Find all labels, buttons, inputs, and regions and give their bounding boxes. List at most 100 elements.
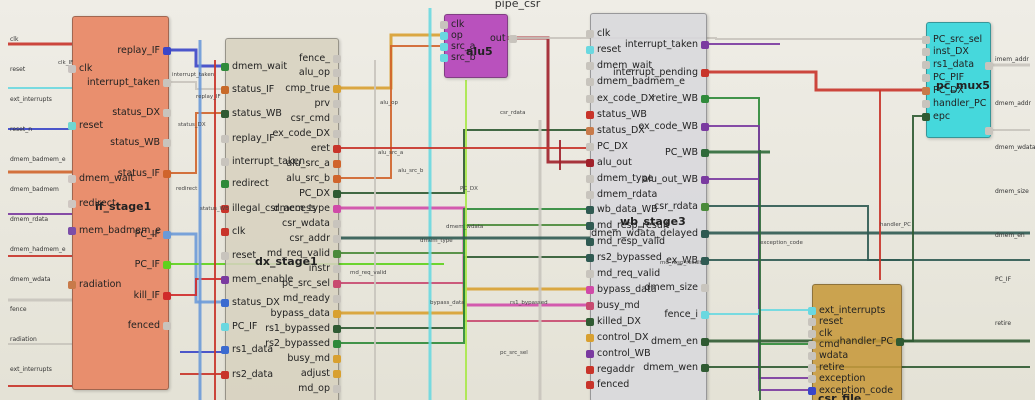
port-out[interactable]: fenced	[76, 320, 171, 331]
port-out[interactable]: ex_code_WB	[589, 121, 709, 132]
port-label: dmem_rdata	[597, 189, 658, 200]
port-out[interactable]: csr_wdata	[226, 218, 341, 229]
port-out[interactable]: csr_rdata	[589, 201, 709, 212]
port-in[interactable]: PC_PIF	[922, 72, 964, 83]
port-out[interactable]: cmp_true	[226, 83, 341, 94]
port-in[interactable]: src_a	[440, 41, 475, 52]
port-in[interactable]: handler_PC	[922, 98, 986, 109]
port-out[interactable]: alu_src_b	[226, 173, 341, 184]
port-in[interactable]: md_req_valid	[586, 268, 660, 279]
port-out[interactable]: dmem_en	[589, 336, 709, 347]
port-in[interactable]: src_b	[440, 52, 476, 63]
port-pin	[163, 108, 171, 117]
port-out[interactable]: pc_src_sel	[226, 278, 341, 289]
port-out[interactable]: prv	[226, 98, 341, 109]
port-out[interactable]: retire_WB	[589, 93, 709, 104]
port-in[interactable]: clk	[440, 19, 464, 30]
port-in[interactable]: exception	[808, 373, 865, 384]
port-in[interactable]: alu_out	[586, 157, 632, 168]
port-out[interactable]: status_DX	[76, 107, 171, 118]
port-pin	[333, 294, 341, 303]
port-pin	[922, 47, 930, 56]
port-pin	[163, 169, 171, 178]
port-out[interactable]: dmem_type	[226, 203, 341, 214]
port-out[interactable]: fence_	[226, 53, 341, 64]
port-in[interactable]: retire	[808, 362, 844, 373]
port-pin	[701, 363, 709, 372]
port-out[interactable]: bypass_data	[226, 308, 341, 319]
port-out[interactable]: ex_code_DX	[226, 128, 341, 139]
port-in[interactable]: PC_DX	[922, 85, 964, 96]
port-out[interactable]: handler_PC	[824, 336, 904, 347]
signal-label: handler_PC	[880, 222, 911, 228]
port-out[interactable]: eret	[226, 143, 341, 154]
port-out[interactable]: status_WB	[76, 137, 171, 148]
port-out[interactable]: fence_i	[589, 309, 709, 320]
signal-wire	[705, 178, 812, 391]
port-out[interactable]: PC_IF	[76, 259, 171, 270]
external-input-label: radiation	[10, 336, 37, 343]
port-out[interactable]: replay_IF	[76, 45, 171, 56]
external-output-label: imem_addr	[995, 56, 1029, 63]
external-output-label: dmem_addr	[995, 100, 1031, 107]
port-out[interactable]: alu_op	[226, 67, 341, 78]
port-in[interactable]: fenced	[586, 379, 629, 390]
port-in[interactable]: exception_code	[808, 385, 893, 396]
port-out[interactable]: dmem_size	[589, 282, 709, 293]
port-out[interactable]: interrupt_pending	[589, 67, 709, 78]
port-out[interactable]	[973, 125, 993, 136]
port-out[interactable]: PC_WB	[589, 147, 709, 158]
port-in[interactable]: redirect	[68, 198, 116, 209]
port-out[interactable]: alu_src_a	[226, 158, 341, 169]
port-label: handler_PC	[933, 98, 987, 109]
port-in[interactable]: status_WB	[586, 109, 647, 120]
port-in[interactable]: inst_DX	[922, 46, 969, 57]
signal-wire	[506, 37, 926, 40]
port-in[interactable]: PC_src_sel	[922, 34, 982, 45]
port-in[interactable]: op	[440, 30, 463, 41]
external-input-label: ext_interrupts	[10, 366, 52, 373]
port-label: dmem_type	[273, 203, 330, 214]
port-out[interactable]: kill_IF	[76, 290, 171, 301]
port-in[interactable]: epc	[922, 111, 950, 122]
port-in[interactable]: clk	[586, 28, 610, 39]
port-in[interactable]: dmem_rdata	[586, 189, 657, 200]
port-out[interactable]: status_IF	[76, 168, 171, 179]
port-pin	[808, 340, 816, 349]
port-out[interactable]: rs2_bypassed	[226, 338, 341, 349]
port-out[interactable]: csr_cmd	[226, 113, 341, 124]
port-out[interactable]: PC_IF	[76, 229, 171, 240]
port-out[interactable]: dmem_wdata_delayed	[589, 228, 709, 239]
port-in[interactable]: ext_interrupts	[808, 305, 885, 316]
port-in[interactable]: wdata	[808, 350, 848, 361]
port-out[interactable]: dmem_wen	[589, 362, 709, 373]
port-pin	[440, 20, 448, 29]
port-out[interactable]: adjust	[226, 368, 341, 379]
port-pin	[922, 99, 930, 108]
port-label: src_a	[451, 41, 476, 52]
port-label: exception	[819, 373, 866, 384]
port-in[interactable]: radiation	[68, 279, 121, 290]
port-in[interactable]: control_WB	[586, 348, 651, 359]
port-out[interactable]: alu_out_WB	[589, 174, 709, 185]
port-out[interactable]: interrupt_taken	[589, 39, 709, 50]
port-label: PC_DX	[299, 188, 330, 199]
port-out[interactable]: interrupt_taken	[76, 77, 171, 88]
port-out[interactable]: instr	[226, 263, 341, 274]
port-pin	[333, 99, 341, 108]
port-out[interactable]: rs1_bypassed	[226, 323, 341, 334]
port-in[interactable]: rs1_data	[922, 59, 974, 70]
port-out[interactable]: csr_addr	[226, 233, 341, 244]
port-out[interactable]: md_ready	[226, 293, 341, 304]
port-out[interactable]: busy_md	[226, 353, 341, 364]
port-out[interactable]: PC_DX	[226, 188, 341, 199]
port-out[interactable]	[973, 60, 993, 71]
port-label: interrupt_pending	[612, 67, 698, 78]
port-in[interactable]: reset	[808, 316, 843, 327]
port-out[interactable]: md_op	[226, 383, 341, 394]
port-pin	[163, 230, 171, 239]
port-pin	[586, 29, 594, 38]
port-out[interactable]: md_req_valid	[226, 248, 341, 259]
port-in[interactable]: reset	[68, 120, 103, 131]
port-out[interactable]: out	[490, 33, 517, 44]
